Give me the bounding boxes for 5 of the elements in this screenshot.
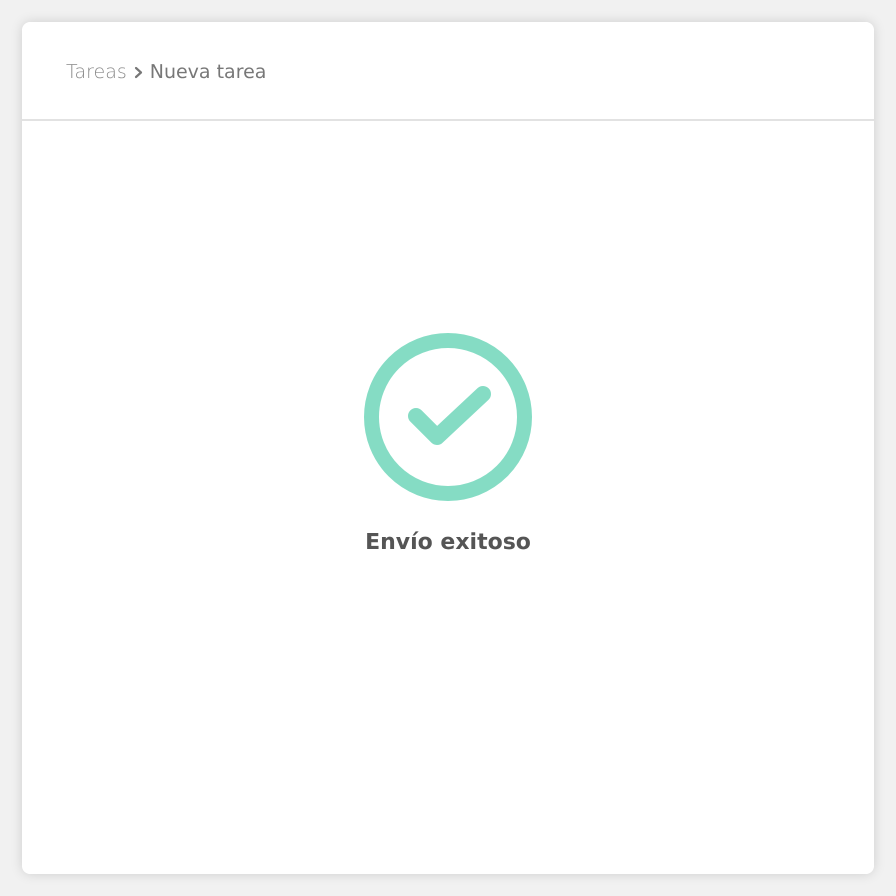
breadcrumb-item[interactable]: Nueva tarea — [150, 58, 266, 87]
check-circle-icon — [363, 332, 533, 502]
chevron-right-icon — [134, 66, 143, 79]
breadcrumb-item[interactable]: Tareas — [66, 58, 127, 87]
success-message: Envío exitoso — [365, 529, 531, 557]
